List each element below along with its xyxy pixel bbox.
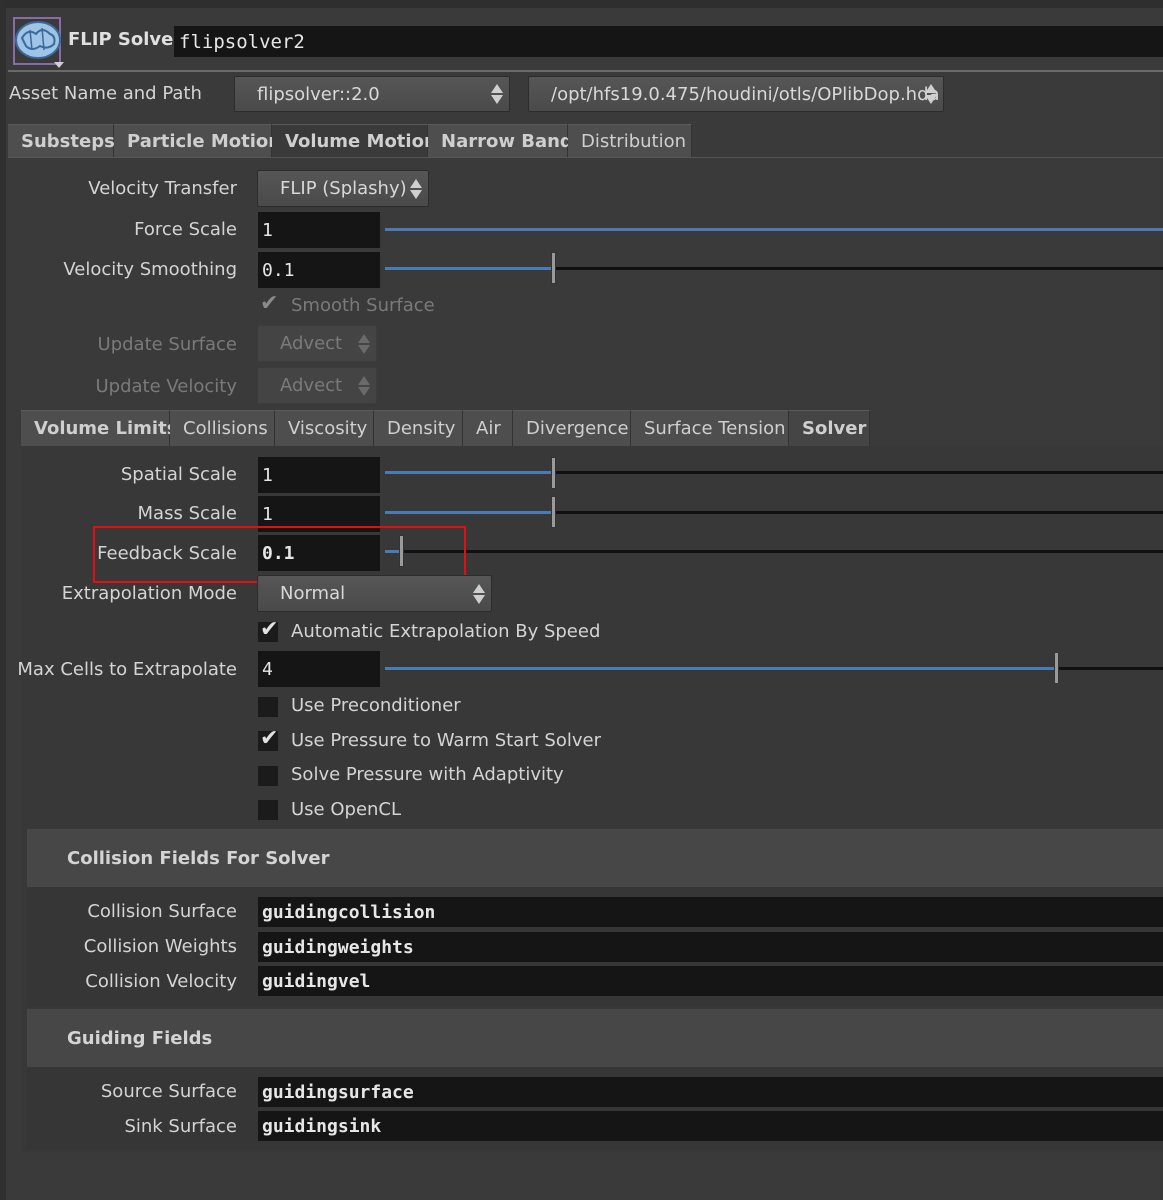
update-velocity-dropdown[interactable]: Advect [257, 367, 377, 404]
mass-scale-slider-fill [385, 511, 553, 514]
velocity-smoothing-slider-handle[interactable] [551, 252, 556, 284]
smooth-surface-checkbox[interactable]: ✔ [258, 292, 278, 316]
collision-weights-field[interactable]: guidingweights [258, 932, 1163, 962]
adaptivity-label: Solve Pressure with Adaptivity [291, 764, 564, 785]
velocity-smoothing-label: Velocity Smoothing [63, 259, 237, 280]
spatial-scale-label: Spatial Scale [120, 464, 237, 485]
asset-path-value: /opt/hfs19.0.475/houdini/otls/OPlibDop.h… [551, 83, 940, 105]
tab-viscosity[interactable]: Viscosity [275, 410, 374, 446]
force-scale-slider-fill [385, 228, 1163, 231]
asset-path-dropdown[interactable]: /opt/hfs19.0.475/houdini/otls/OPlibDop.h… [528, 76, 944, 112]
spatial-scale-slider-handle[interactable] [551, 457, 556, 489]
update-velocity-value: Advect [280, 375, 343, 396]
max-cells-field[interactable]: 4 [258, 651, 380, 687]
tab-solver[interactable]: Solver [789, 410, 870, 446]
smooth-surface-label: Smooth Surface [291, 295, 435, 316]
check-icon: ✔ [260, 291, 279, 316]
top-tab-bar: Substeps Particle Motion Volume Motion N… [8, 124, 692, 158]
tab-collisions[interactable]: Collisions [170, 410, 275, 446]
chevron-updown-icon [491, 84, 503, 104]
adaptivity-checkbox[interactable] [258, 766, 278, 786]
collision-fields-header[interactable]: Collision Fields For Solver [27, 829, 1163, 887]
force-scale-label: Force Scale [134, 219, 237, 240]
use-preconditioner-label: Use Preconditioner [291, 695, 461, 716]
spatial-scale-field[interactable]: 1 [258, 457, 380, 493]
max-cells-label: Max Cells to Extrapolate [17, 659, 237, 680]
collision-weights-label: Collision Weights [83, 936, 237, 957]
header-divider [8, 70, 1163, 72]
chevron-updown-icon [925, 84, 937, 104]
update-surface-value: Advect [280, 333, 343, 354]
check-icon: ✔ [260, 726, 279, 751]
brain-icon[interactable] [12, 16, 64, 68]
opencl-label: Use OpenCL [291, 799, 402, 820]
asset-name-value: flipsolver::2.0 [257, 83, 380, 105]
use-preconditioner-checkbox[interactable] [258, 697, 278, 717]
collision-surface-label: Collision Surface [87, 901, 237, 922]
tab-air[interactable]: Air [463, 410, 513, 446]
extrapolation-mode-dropdown[interactable]: Normal [257, 575, 492, 612]
tab-surface-tension[interactable]: Surface Tension [631, 410, 789, 446]
guiding-fields-header[interactable]: Guiding Fields [27, 1009, 1163, 1067]
chevron-updown-icon [358, 375, 370, 396]
node-name-field[interactable]: flipsolver2 [174, 26, 1163, 57]
mass-scale-slider-handle[interactable] [551, 496, 556, 528]
max-cells-slider-handle[interactable] [1054, 652, 1059, 684]
tab-panel-border [8, 157, 1163, 158]
node-type-label: FLIP Solver [68, 29, 183, 50]
tab-volume-motion[interactable]: Volume Motion [272, 124, 437, 158]
source-surface-label: Source Surface [100, 1081, 237, 1102]
force-scale-field[interactable]: 1 [258, 212, 380, 248]
source-surface-field[interactable]: guidingsurface [258, 1077, 1163, 1107]
sink-surface-field[interactable]: guidingsink [258, 1111, 1163, 1141]
auto-extrapolation-label: Automatic Extrapolation By Speed [291, 621, 601, 642]
asset-label: Asset Name and Path [9, 83, 202, 104]
velocity-smoothing-slider-fill [385, 267, 553, 270]
velocity-transfer-value: FLIP (Splashy) [280, 178, 407, 199]
collision-velocity-field[interactable]: guidingvel [258, 966, 1163, 996]
tab-volume-limits[interactable]: Volume Limits [21, 410, 177, 446]
velocity-transfer-label: Velocity Transfer [88, 178, 237, 199]
opencl-checkbox[interactable] [258, 800, 278, 820]
max-cells-slider-fill [385, 667, 1056, 670]
velocity-smoothing-field[interactable]: 0.1 [258, 252, 380, 288]
collision-surface-field[interactable]: guidingcollision [258, 897, 1163, 927]
tab-substeps[interactable]: Substeps [8, 124, 115, 158]
collision-velocity-label: Collision Velocity [85, 971, 237, 992]
tab-distribution[interactable]: Distribution [568, 124, 692, 158]
extrapolation-mode-value: Normal [280, 583, 346, 604]
tab-divergence[interactable]: Divergence [513, 410, 631, 446]
sink-surface-label: Sink Surface [124, 1116, 237, 1137]
tab-narrow-band[interactable]: Narrow Band [428, 124, 573, 158]
left-window-edge [0, 0, 6, 1200]
chevron-updown-icon [410, 178, 422, 199]
update-velocity-label: Update Velocity [95, 376, 237, 397]
warm-start-label: Use Pressure to Warm Start Solver [291, 730, 601, 751]
update-surface-label: Update Surface [97, 334, 237, 355]
update-surface-dropdown[interactable]: Advect [257, 325, 377, 362]
spatial-scale-slider-fill [385, 471, 553, 474]
warm-start-checkbox[interactable]: ✔ [258, 727, 278, 751]
velocity-transfer-dropdown[interactable]: FLIP (Splashy) [257, 170, 429, 207]
feedback-scale-slider[interactable] [385, 550, 1163, 553]
asset-name-dropdown[interactable]: flipsolver::2.0 [234, 76, 510, 112]
chevron-updown-icon [473, 583, 485, 604]
tab-particle-motion[interactable]: Particle Motion [114, 124, 281, 158]
window-top-edge [0, 0, 1163, 8]
extrapolation-mode-label: Extrapolation Mode [61, 583, 237, 604]
tab-density[interactable]: Density [374, 410, 463, 446]
auto-extrapolation-checkbox[interactable]: ✔ [258, 618, 278, 642]
check-icon: ✔ [260, 617, 279, 642]
mass-scale-label: Mass Scale [137, 503, 237, 524]
chevron-updown-icon [358, 333, 370, 354]
node-header: FLIP Solver flipsolver2 [8, 10, 1163, 72]
sub-tab-bar: Volume Limits Collisions Viscosity Densi… [21, 410, 870, 446]
